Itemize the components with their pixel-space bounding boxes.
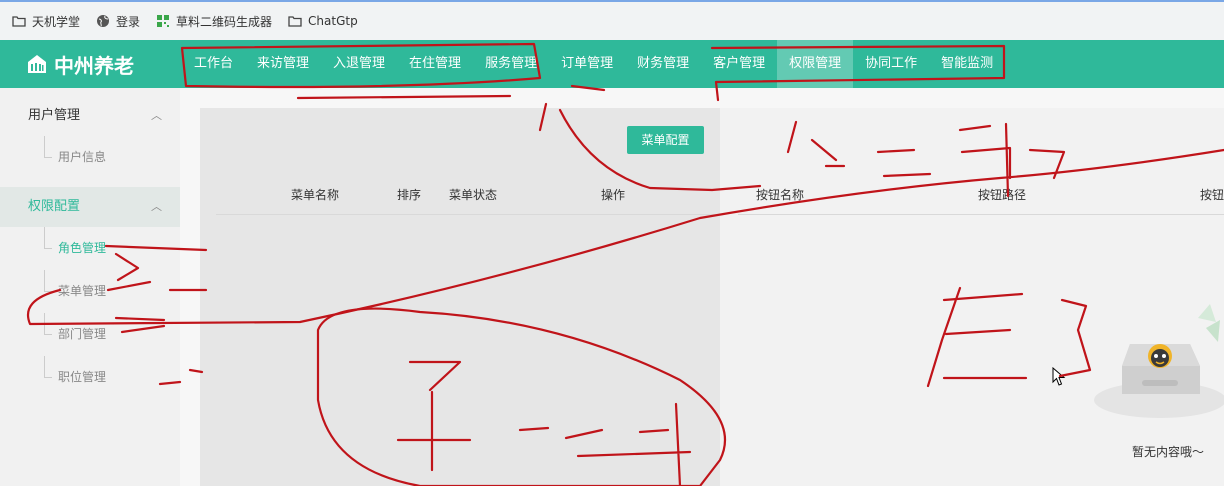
- bookmark-login[interactable]: 登录: [96, 13, 140, 30]
- bookmark-tianji[interactable]: 天机学堂: [12, 13, 80, 30]
- nav-residence[interactable]: 在住管理: [397, 40, 473, 88]
- column-header-button[interactable]: 按钮: [1200, 186, 1224, 203]
- column-header-menu-status[interactable]: 菜单状态: [449, 186, 497, 203]
- bookmark-qrcode[interactable]: 草料二维码生成器: [156, 13, 272, 30]
- sidebar-item-label: 职位管理: [58, 370, 107, 384]
- empty-state-text: 暂无内容哦～: [1132, 445, 1205, 459]
- sidebar-group-label: 权限配置: [28, 199, 81, 214]
- sidebar-item-department[interactable]: 部门管理: [0, 313, 180, 356]
- button-table-panel: [720, 108, 1224, 486]
- menu-table-panel: [200, 108, 720, 486]
- empty-state-illustration: [1094, 304, 1224, 418]
- bookmarks-bar: 天机学堂 登录 草料二维码生成器 ChatGtp: [0, 0, 1224, 40]
- globe-icon: [97, 15, 110, 27]
- nav-order[interactable]: 订单管理: [549, 40, 625, 88]
- building-icon: [28, 55, 46, 73]
- column-header-button-name[interactable]: 按钮名称: [756, 186, 804, 203]
- bookmark-label: 天机学堂: [32, 14, 81, 29]
- folder-icon: [12, 16, 26, 27]
- sidebar-item-label: 菜单管理: [58, 284, 107, 298]
- sidebar-group-permission[interactable]: 权限配置 ︿: [0, 187, 180, 227]
- sidebar-group-label: 用户管理: [28, 108, 81, 123]
- sidebar-group-user[interactable]: 用户管理 ︿: [0, 96, 180, 136]
- table-header-divider: [216, 214, 720, 215]
- main-content: 菜单配置 菜单名称 排序 菜单状态 操作 按钮名称 按钮路径 按钮 暂无内容哦～: [180, 88, 1224, 486]
- nav-collab[interactable]: 协同工作: [853, 40, 929, 88]
- bookmark-label: 登录: [116, 14, 141, 29]
- nav-finance[interactable]: 财务管理: [625, 40, 701, 88]
- chevron-up-icon: ︿: [151, 200, 162, 213]
- nav-permission[interactable]: 权限管理: [777, 40, 854, 88]
- nav-visit[interactable]: 来访管理: [245, 40, 321, 88]
- mouse-cursor-icon: [1052, 367, 1066, 386]
- bookmark-chatgtp[interactable]: ChatGtp: [288, 14, 358, 28]
- sidebar-item-label: 部门管理: [58, 327, 107, 341]
- column-header-button-path[interactable]: 按钮路径: [978, 186, 1026, 203]
- sidebar-item-role[interactable]: 角色管理: [0, 227, 180, 270]
- bookmark-label: ChatGtp: [308, 14, 358, 28]
- nav-service[interactable]: 服务管理: [473, 40, 549, 88]
- nav-workbench[interactable]: 工作台: [182, 40, 245, 88]
- app-logo[interactable]: 中州养老: [26, 50, 182, 79]
- sidebar-item-label: 角色管理: [58, 241, 107, 255]
- qrcode-icon: [157, 15, 170, 27]
- nav-checkin[interactable]: 入退管理: [321, 40, 397, 88]
- sidebar-item-user-info[interactable]: 用户信息: [0, 136, 180, 179]
- nav-customer[interactable]: 客户管理: [701, 40, 777, 88]
- app-header: 中州养老 工作台 来访管理 入退管理 在住管理 服务管理 订单管理 财务管理 客…: [0, 40, 1224, 88]
- logo-text: 中州养老: [54, 53, 134, 78]
- menu-config-button[interactable]: 菜单配置: [627, 126, 704, 154]
- main-nav: 工作台 来访管理 入退管理 在住管理 服务管理 订单管理 财务管理 客户管理 权…: [182, 40, 1005, 88]
- sidebar-item-position[interactable]: 职位管理: [0, 356, 180, 399]
- folder-icon: [288, 16, 302, 27]
- chevron-up-icon: ︿: [151, 109, 162, 122]
- table-header-divider: [738, 214, 1224, 215]
- bookmark-label: 草料二维码生成器: [176, 14, 273, 29]
- column-header-actions[interactable]: 操作: [601, 186, 625, 203]
- sidebar-item-menu[interactable]: 菜单管理: [0, 270, 180, 313]
- sidebar-item-label: 用户信息: [58, 150, 107, 164]
- column-header-sort[interactable]: 排序: [397, 186, 421, 203]
- column-header-menu-name[interactable]: 菜单名称: [291, 186, 339, 203]
- nav-monitor[interactable]: 智能监测: [929, 40, 1005, 88]
- sidebar: 用户管理 ︿ 用户信息 权限配置 ︿ 角色管理 菜单管理 部门管理 职位管理: [0, 88, 180, 486]
